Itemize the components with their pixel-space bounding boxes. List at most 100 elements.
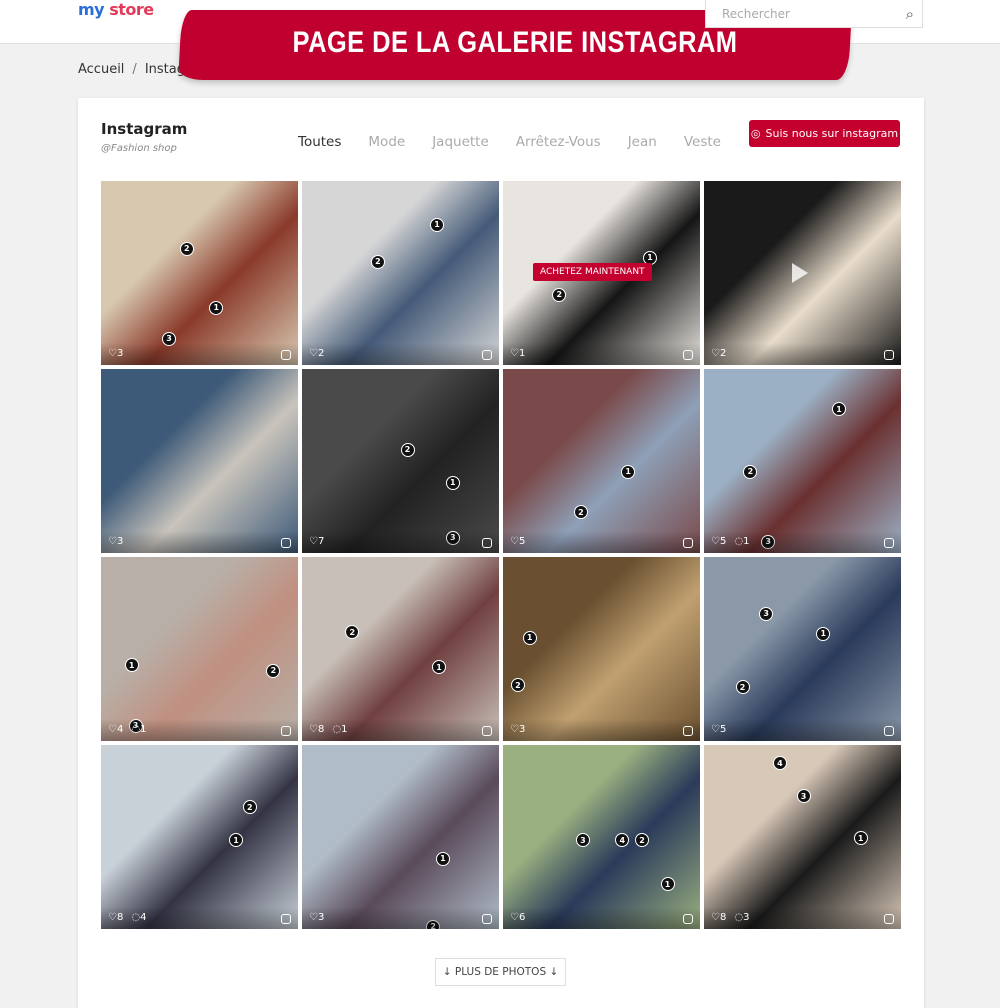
product-hotspot[interactable]: 3 xyxy=(759,606,774,621)
tile-stats: ♡3 xyxy=(302,907,499,929)
instagram-icon: ◎ xyxy=(750,127,761,140)
photo-tile[interactable]: 4 3 1 ♡8 ◌3 xyxy=(704,745,901,929)
photo-tile[interactable]: 3 4 2 1 ♡6 xyxy=(503,745,700,929)
tile-stats: ♡2 xyxy=(704,343,901,365)
follow-instagram-button[interactable]: ◎ Suis nous sur instagram xyxy=(749,120,900,147)
photo-tile[interactable]: 1 2 ♡2 xyxy=(302,181,499,365)
instagram-icon[interactable] xyxy=(281,538,291,548)
photo-tile[interactable]: 1 2 ♡5 xyxy=(503,369,700,553)
tile-stats: ♡3 xyxy=(101,531,298,553)
breadcrumb-home[interactable]: Accueil xyxy=(78,62,124,77)
instagram-icon[interactable] xyxy=(683,914,693,924)
likes-count: ♡8 xyxy=(711,912,727,923)
product-hotspot[interactable]: 3 xyxy=(575,833,590,848)
store-logo[interactable]: my store xyxy=(78,0,154,19)
product-hotspot[interactable]: 2 xyxy=(266,663,281,678)
instagram-icon[interactable] xyxy=(683,726,693,736)
likes-count: ♡6 xyxy=(510,912,526,923)
tab-jean[interactable]: Jean xyxy=(628,134,657,150)
tile-stats: ♡3 xyxy=(503,719,700,741)
tab-toutes[interactable]: Toutes xyxy=(298,134,341,150)
product-hotspot[interactable]: 4 xyxy=(615,833,630,848)
tab-mode[interactable]: Mode xyxy=(368,134,405,150)
photo-tile[interactable]: ♡2 xyxy=(704,181,901,365)
likes-count: ♡2 xyxy=(309,348,325,359)
product-hotspot[interactable]: 2 xyxy=(370,254,385,269)
product-hotspot[interactable]: 1 xyxy=(209,300,224,315)
comments-count: ◌1 xyxy=(131,724,147,735)
product-hotspot[interactable]: 3 xyxy=(796,789,811,804)
comments-count: ◌4 xyxy=(131,912,147,923)
product-hotspot[interactable]: 1 xyxy=(124,658,139,673)
product-hotspot[interactable]: 2 xyxy=(179,241,194,256)
instagram-icon[interactable] xyxy=(683,538,693,548)
product-hotspot[interactable]: 2 xyxy=(634,833,649,848)
product-hotspot[interactable]: 1 xyxy=(816,626,831,641)
product-hotspot[interactable]: 1 xyxy=(229,833,244,848)
product-hotspot[interactable]: 4 xyxy=(772,756,787,771)
likes-count: ♡2 xyxy=(711,348,727,359)
instagram-icon[interactable] xyxy=(281,726,291,736)
photo-tile[interactable]: 2 1 ♡8 ◌1 xyxy=(302,557,499,741)
instagram-icon[interactable] xyxy=(482,726,492,736)
product-hotspot[interactable]: 1 xyxy=(621,464,636,479)
instagram-icon[interactable] xyxy=(281,350,291,360)
instagram-icon[interactable] xyxy=(683,350,693,360)
product-hotspot[interactable]: 2 xyxy=(735,680,750,695)
banner-title: PAGE DE LA GALERIE INSTAGRAM xyxy=(292,26,738,59)
product-hotspot[interactable]: 1 xyxy=(445,475,460,490)
product-hotspot[interactable]: 2 xyxy=(400,442,415,457)
likes-count: ♡3 xyxy=(108,536,124,547)
product-hotspot[interactable]: 2 xyxy=(242,800,257,815)
tile-stats: ♡8 ◌1 xyxy=(302,719,499,741)
comments-count: ◌1 xyxy=(332,724,348,735)
product-hotspot[interactable]: 2 xyxy=(573,505,588,520)
gallery-title: Instagram xyxy=(101,120,188,138)
instagram-icon[interactable] xyxy=(482,914,492,924)
tab-veste[interactable]: Veste xyxy=(684,134,721,150)
product-hotspot[interactable]: 2 xyxy=(743,464,758,479)
search-input[interactable]: Rechercher ⌕ xyxy=(705,0,923,28)
photo-tile[interactable]: 2 1 ♡8 ◌4 xyxy=(101,745,298,929)
search-icon[interactable]: ⌕ xyxy=(906,5,914,23)
instagram-icon[interactable] xyxy=(884,538,894,548)
buy-now-button[interactable]: ACHETEZ MAINTENANT xyxy=(533,263,652,281)
more-photos-button[interactable]: ↓ PLUS DE PHOTOS ↓ xyxy=(435,958,566,986)
photo-tile[interactable]: 1 2 ACHETEZ MAINTENANT ♡1 xyxy=(503,181,700,365)
photo-tile[interactable]: 12♡3 xyxy=(302,745,499,929)
instagram-icon[interactable] xyxy=(884,726,894,736)
product-hotspot[interactable]: 1 xyxy=(432,660,447,675)
instagram-icon[interactable] xyxy=(482,538,492,548)
product-hotspot[interactable]: 1 xyxy=(430,217,445,232)
photo-tile[interactable]: 2 1 3 ♡3 xyxy=(101,181,298,365)
tile-stats: ♡5 ◌1 xyxy=(704,531,901,553)
instagram-gallery: Instagram @Fashion shop Toutes Mode Jaquet… xyxy=(78,98,924,1008)
tab-jaquette[interactable]: Jaquette xyxy=(432,134,489,150)
product-hotspot[interactable]: 2 xyxy=(345,625,360,640)
search-placeholder: Rechercher xyxy=(722,7,790,21)
photo-tile[interactable]: 3 1 2 ♡5 xyxy=(704,557,901,741)
likes-count: ♡3 xyxy=(510,724,526,735)
product-hotspot[interactable]: 2 xyxy=(510,678,525,693)
play-icon[interactable] xyxy=(792,263,808,283)
photo-tile[interactable]: 123♡4◌1 xyxy=(101,557,298,741)
photo-tile[interactable]: 213♡7 xyxy=(302,369,499,553)
photo-tile[interactable]: 123♡5◌1 xyxy=(704,369,901,553)
tab-arrtezvous[interactable]: Arrêtez-Vous xyxy=(516,134,601,150)
instagram-icon[interactable] xyxy=(482,350,492,360)
photo-tile[interactable]: 1 2 ♡3 xyxy=(503,557,700,741)
instagram-icon[interactable] xyxy=(281,914,291,924)
product-hotspot[interactable]: 2 xyxy=(552,287,567,302)
instagram-icon[interactable] xyxy=(884,914,894,924)
instagram-icon[interactable] xyxy=(884,350,894,360)
product-hotspot[interactable]: 1 xyxy=(853,831,868,846)
product-hotspot[interactable]: 1 xyxy=(435,851,450,866)
likes-count: ♡1 xyxy=(510,348,526,359)
product-hotspot[interactable]: 1 xyxy=(522,630,537,645)
photo-tile[interactable]: ♡3 xyxy=(101,369,298,553)
tile-stats: ♡7 xyxy=(302,531,499,553)
product-hotspot[interactable]: 1 xyxy=(832,402,847,417)
photo-grid: 2 1 3 ♡3 1 2 ♡2 1 2 ACHETEZ MAINTENANT ♡1 ♡2 ♡3 2 1 3 ♡7… xyxy=(101,181,901,929)
product-hotspot[interactable]: 1 xyxy=(660,877,675,892)
tile-stats: ♡2 xyxy=(302,343,499,365)
